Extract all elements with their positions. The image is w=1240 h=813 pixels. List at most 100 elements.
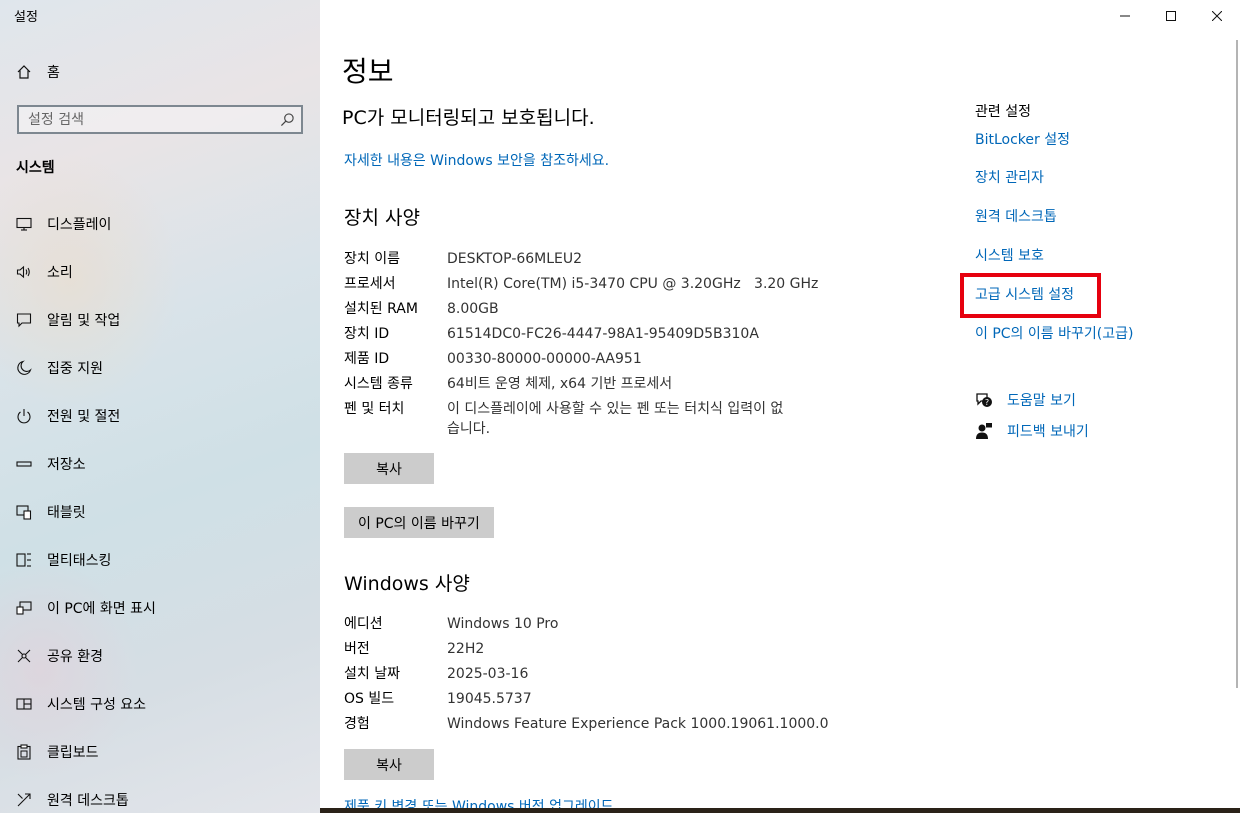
spec-key: OS 빌드 [344,691,395,707]
minimize-button[interactable] [1102,0,1148,32]
related-settings-title: 관련 설정 [975,104,1031,120]
sidebar-item-label: 전원 및 절전 [47,409,121,425]
spec-row: 경험 Windows Feature Experience Pack 1000.… [344,712,867,737]
windows-specs-table: 에디션 Windows 10 Pro 버전 22H2 설치 날짜 2025-03… [344,612,867,737]
app-title: 설정 [14,10,38,25]
copy-device-specs-button[interactable]: 복사 [344,453,434,484]
spec-value: 61514DC0-FC26-4447-98A1-95409D5B310A [447,326,759,342]
spec-row: OS 빌드 19045.5737 [344,687,867,712]
tablet-icon [16,505,32,520]
highlight-box [960,273,1101,318]
sidebar-item-display[interactable]: 디스플레이 [0,200,320,248]
sidebar-item-label: 태블릿 [47,505,86,521]
get-help-link[interactable]: ? 도움말 보기 [975,390,1076,410]
spec-value: Windows 10 Pro [447,616,559,632]
sidebar-item-label: 시스템 구성 요소 [47,697,147,713]
spec-key: 프로세서 [344,276,396,292]
windows-security-link[interactable]: 자세한 내용은 Windows 보안을 참조하세요. [344,150,609,170]
window-controls [1102,0,1240,32]
sidebar-item-clipboard[interactable]: 클립보드 [0,728,320,776]
sidebar-item-tablet[interactable]: 태블릿 [0,488,320,536]
page-title: 정보 [342,55,394,88]
sidebar-item-label: 소리 [47,265,73,281]
remote-desktop-link[interactable]: 원격 데스크톱 [975,206,1057,226]
search-icon[interactable] [280,112,295,127]
search-input[interactable] [28,111,268,128]
home-nav-item[interactable]: 홈 [16,62,60,82]
sidebar: 설정 홈 시스템 디스플레이 소리 [0,0,320,813]
system-protection-link[interactable]: 시스템 보호 [975,245,1044,265]
power-icon [17,409,31,424]
spec-value: 00330-80000-00000-AA951 [447,351,642,367]
spec-value: DESKTOP-66MLEU2 [447,251,583,267]
sidebar-item-power[interactable]: 전원 및 절전 [0,392,320,440]
svg-text:?: ? [985,398,989,407]
rename-pc-advanced-link[interactable]: 이 PC의 이름 바꾸기(고급) [975,323,1133,343]
related-settings: 관련 설정 [975,101,1031,129]
spec-value: Windows Feature Experience Pack 1000.190… [447,716,829,732]
sidebar-item-label: 저장소 [47,457,86,473]
spec-row: 에디션 Windows 10 Pro [344,612,867,637]
spec-row: 장치 이름 DESKTOP-66MLEU2 [344,247,792,272]
change-product-key-link[interactable]: 제품 키 변경 또는 Windows 버전 업그레이드 [344,796,614,808]
copy-windows-specs-button[interactable]: 복사 [344,749,434,780]
scrollbar[interactable] [1236,40,1238,688]
spec-key: 버전 [344,641,370,657]
spec-value: 64비트 운영 체제, x64 기반 프로세서 [447,376,673,392]
sidebar-item-focus-assist[interactable]: 집중 지원 [0,344,320,392]
rename-pc-button[interactable]: 이 PC의 이름 바꾸기 [344,507,494,538]
spec-value: 8.00GB [447,301,499,317]
spec-row: 제품 ID 00330-80000-00000-AA951 [344,347,792,372]
send-feedback-label: 피드백 보내기 [1007,424,1089,440]
spec-row: 펜 및 터치 이 디스플레이에 사용할 수 있는 펜 또는 터치식 입력이 없습… [344,397,792,442]
sidebar-item-sound[interactable]: 소리 [0,248,320,296]
sidebar-item-label: 공유 환경 [47,649,103,665]
device-specs-table: 장치 이름 DESKTOP-66MLEU2 프로세서 Intel(R) Core… [344,247,818,442]
spec-key: 설치된 RAM [344,301,418,317]
help-chat-icon: ? [976,393,992,407]
sidebar-item-remote-desktop[interactable]: 원격 데스크톱 [0,776,320,813]
close-icon [1212,11,1222,21]
device-manager-link[interactable]: 장치 관리자 [975,167,1044,187]
bitlocker-settings-link[interactable]: BitLocker 설정 [975,129,1070,149]
spec-key: 펜 및 터치 [344,401,405,417]
spec-value: 19045.5737 [447,691,532,707]
search-box[interactable] [17,105,303,134]
section-label-system: 시스템 [16,160,55,176]
spec-row: 장치 ID 61514DC0-FC26-4447-98A1-95409D5B31… [344,322,792,347]
spec-key: 장치 이름 [344,251,400,267]
spec-key: 시스템 종류 [344,376,413,392]
maximize-button[interactable] [1148,0,1194,32]
monitor-icon [16,217,32,231]
sidebar-item-label: 원격 데스크톱 [47,793,129,809]
feedback-person-icon [976,423,992,439]
sidebar-item-multitasking[interactable]: 멀티태스킹 [0,536,320,584]
sidebar-item-label: 알림 및 작업 [47,313,121,329]
notification-icon [16,313,32,328]
spec-row: 버전 22H2 [344,637,867,662]
components-icon [16,698,32,710]
minimize-icon [1120,15,1130,17]
sidebar-item-label: 클립보드 [47,745,99,761]
sidebar-item-system-components[interactable]: 시스템 구성 요소 [0,680,320,728]
project-icon [16,601,32,615]
speaker-icon [16,265,30,279]
get-help-label: 도움말 보기 [1007,393,1076,409]
security-status: PC가 모니터링되고 보호됩니다. [342,107,595,129]
share-icon [17,649,31,663]
sidebar-item-project-to-pc[interactable]: 이 PC에 화면 표시 [0,584,320,632]
spec-row: 설치 날짜 2025-03-16 [344,662,867,687]
sidebar-item-label: 디스플레이 [47,217,112,233]
spec-row: 설치된 RAM 8.00GB [344,297,792,322]
sidebar-item-notifications[interactable]: 알림 및 작업 [0,296,320,344]
clipboard-icon [17,744,31,760]
maximize-icon [1166,11,1176,21]
sidebar-item-storage[interactable]: 저장소 [0,440,320,488]
spec-value: 22H2 [447,641,485,657]
sidebar-item-label: 이 PC에 화면 표시 [47,601,156,617]
close-button[interactable] [1194,0,1240,32]
main-panel: 정보 PC가 모니터링되고 보호됩니다. 자세한 내용은 Windows 보안을… [320,0,1240,808]
sidebar-item-shared-experiences[interactable]: 공유 환경 [0,632,320,680]
spec-key: 에디션 [344,616,383,632]
send-feedback-link[interactable]: 피드백 보내기 [975,421,1089,441]
